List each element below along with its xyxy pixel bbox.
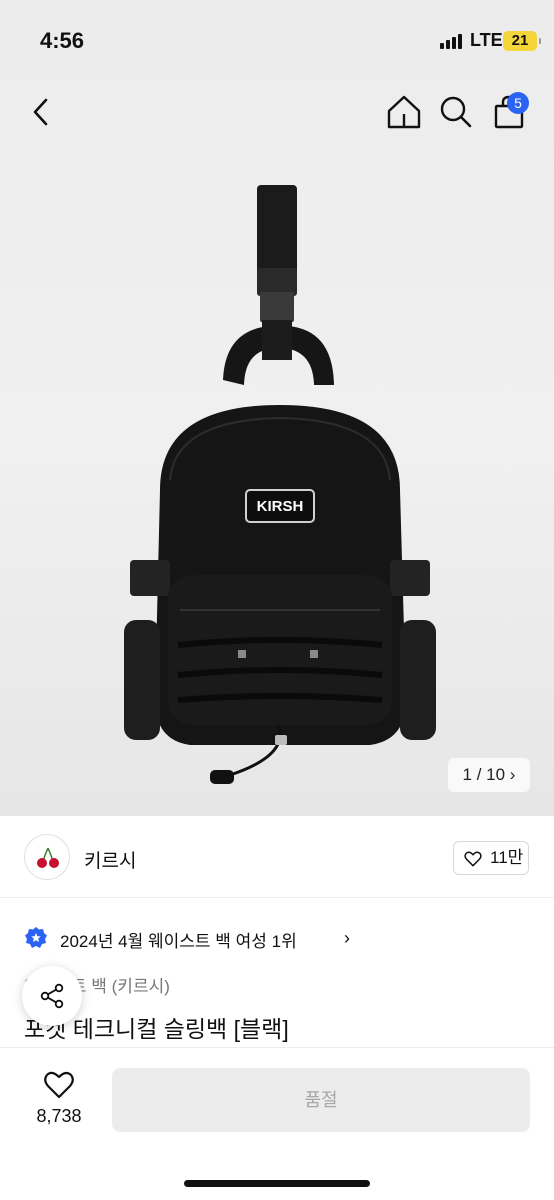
home-indicator xyxy=(184,1180,370,1187)
brand-like-count: 11만 xyxy=(490,848,524,867)
product-logo-text: KIRSH xyxy=(257,498,304,515)
brand-row[interactable]: 키르시 11만 xyxy=(0,816,554,898)
wishlist-button[interactable]: 8,738 xyxy=(20,1070,98,1130)
home-button[interactable] xyxy=(384,92,424,132)
network-type: LTE xyxy=(470,30,503,50)
heart-icon xyxy=(44,1071,74,1099)
star-badge-icon xyxy=(25,927,47,948)
brand-name[interactable]: 키르시 xyxy=(84,846,136,873)
share-button[interactable] xyxy=(22,966,82,1026)
cart-badge: 5 xyxy=(507,92,529,114)
share-icon xyxy=(40,983,64,1009)
battery-icon: 21 xyxy=(503,31,541,51)
buy-button[interactable]: 품절 xyxy=(112,1068,530,1132)
ranking-text: 2024년 4월 웨이스트 백 여성 1위 xyxy=(60,932,297,951)
bottom-action-bar: 8,738 품절 xyxy=(0,1047,554,1200)
pager-text: 1 / 10 xyxy=(462,765,506,784)
image-pager[interactable]: 1 / 10 › xyxy=(448,758,530,792)
product-image: KIRSH xyxy=(124,185,436,784)
wishlist-count: 8,738 xyxy=(36,1106,82,1126)
chevron-right-icon: › xyxy=(344,928,350,948)
heart-icon xyxy=(464,851,482,867)
home-icon xyxy=(387,95,421,129)
search-button[interactable] xyxy=(436,92,476,132)
search-icon xyxy=(440,96,472,128)
brand-like-button[interactable]: 11만 xyxy=(453,841,529,875)
status-time: 4:56 xyxy=(40,28,85,53)
brand-logo[interactable] xyxy=(24,834,70,880)
chevron-right-icon: › xyxy=(509,765,516,784)
cherry-icon xyxy=(37,847,59,868)
back-button[interactable] xyxy=(22,92,62,132)
signal-icon xyxy=(440,33,462,49)
status-bar: 4:56 LTE 21 xyxy=(0,0,554,80)
chevron-left-icon xyxy=(33,98,48,126)
